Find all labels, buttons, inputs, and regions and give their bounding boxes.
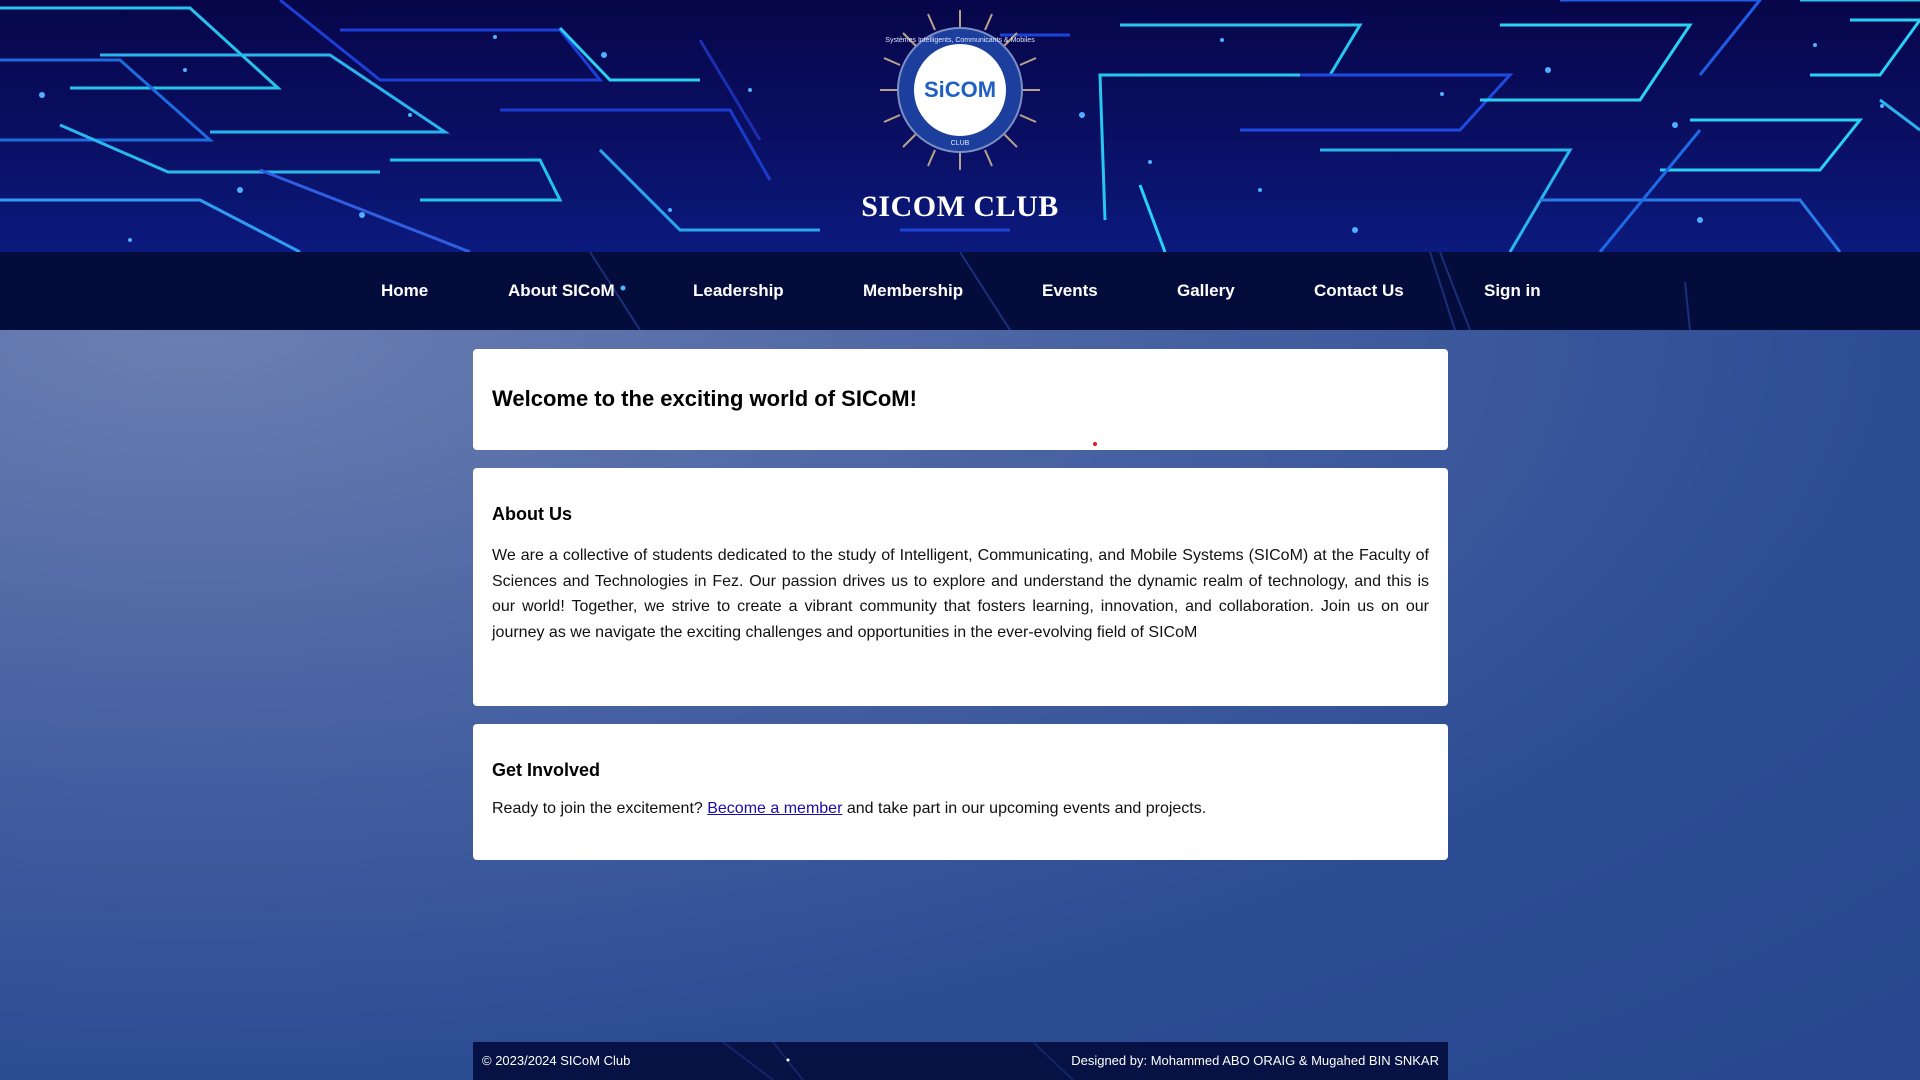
get-involved-card: Get Involved Ready to join the excitemen… — [473, 724, 1448, 860]
site-header: SiCOM Systèmes Intelligents, Communicant… — [0, 0, 1920, 252]
get-involved-heading: Get Involved — [492, 760, 601, 780]
become-member-link[interactable]: Become a member — [707, 800, 842, 817]
nav-item-events[interactable]: Events — [1042, 252, 1098, 330]
get-involved-text: Ready to join the excitement? Become a m… — [492, 800, 1206, 818]
main-navigation: Home About SICoM Leadership Membership E… — [0, 252, 1920, 330]
footer-designer-credit: Designed by: Mohammed ABO ORAIG & Mugahe… — [1071, 1053, 1439, 1068]
get-involved-text-after: and take part in our upcoming events and… — [842, 800, 1207, 817]
svg-text:Systèmes Intelligents, Communi: Systèmes Intelligents, Communicants & Mo… — [885, 37, 1035, 44]
about-heading: About Us — [492, 504, 572, 524]
svg-text:SiCOM: SiCOM — [924, 77, 996, 102]
about-text: We are a collective of students dedicate… — [492, 547, 1429, 641]
site-title: SICOM CLUB — [861, 190, 1059, 223]
nav-item-leadership[interactable]: Leadership — [693, 252, 784, 330]
footer-copyright: © 2023/2024 SICoM Club — [482, 1053, 631, 1068]
site-footer: © 2023/2024 SICoM Club Designed by: Moha… — [473, 1042, 1448, 1080]
welcome-card: Welcome to the exciting world of SICoM! — [473, 349, 1448, 450]
sicom-logo: SiCOM Systèmes Intelligents, Communicant… — [880, 10, 1040, 170]
red-dot-marker — [1093, 442, 1097, 446]
nav-item-membership[interactable]: Membership — [863, 252, 963, 330]
nav-item-sign-in[interactable]: Sign in — [1484, 252, 1541, 330]
about-card: About Us We are a collective of students… — [473, 468, 1448, 706]
nav-item-gallery[interactable]: Gallery — [1177, 252, 1235, 330]
nav-item-contact[interactable]: Contact Us — [1314, 252, 1404, 330]
get-involved-text-before: Ready to join the excitement? — [492, 800, 708, 817]
nav-item-home[interactable]: Home — [381, 252, 428, 330]
svg-text:CLUB: CLUB — [951, 140, 970, 147]
nav-item-about[interactable]: About SICoM — [508, 252, 615, 330]
welcome-heading: Welcome to the exciting world of SICoM! — [492, 386, 917, 411]
